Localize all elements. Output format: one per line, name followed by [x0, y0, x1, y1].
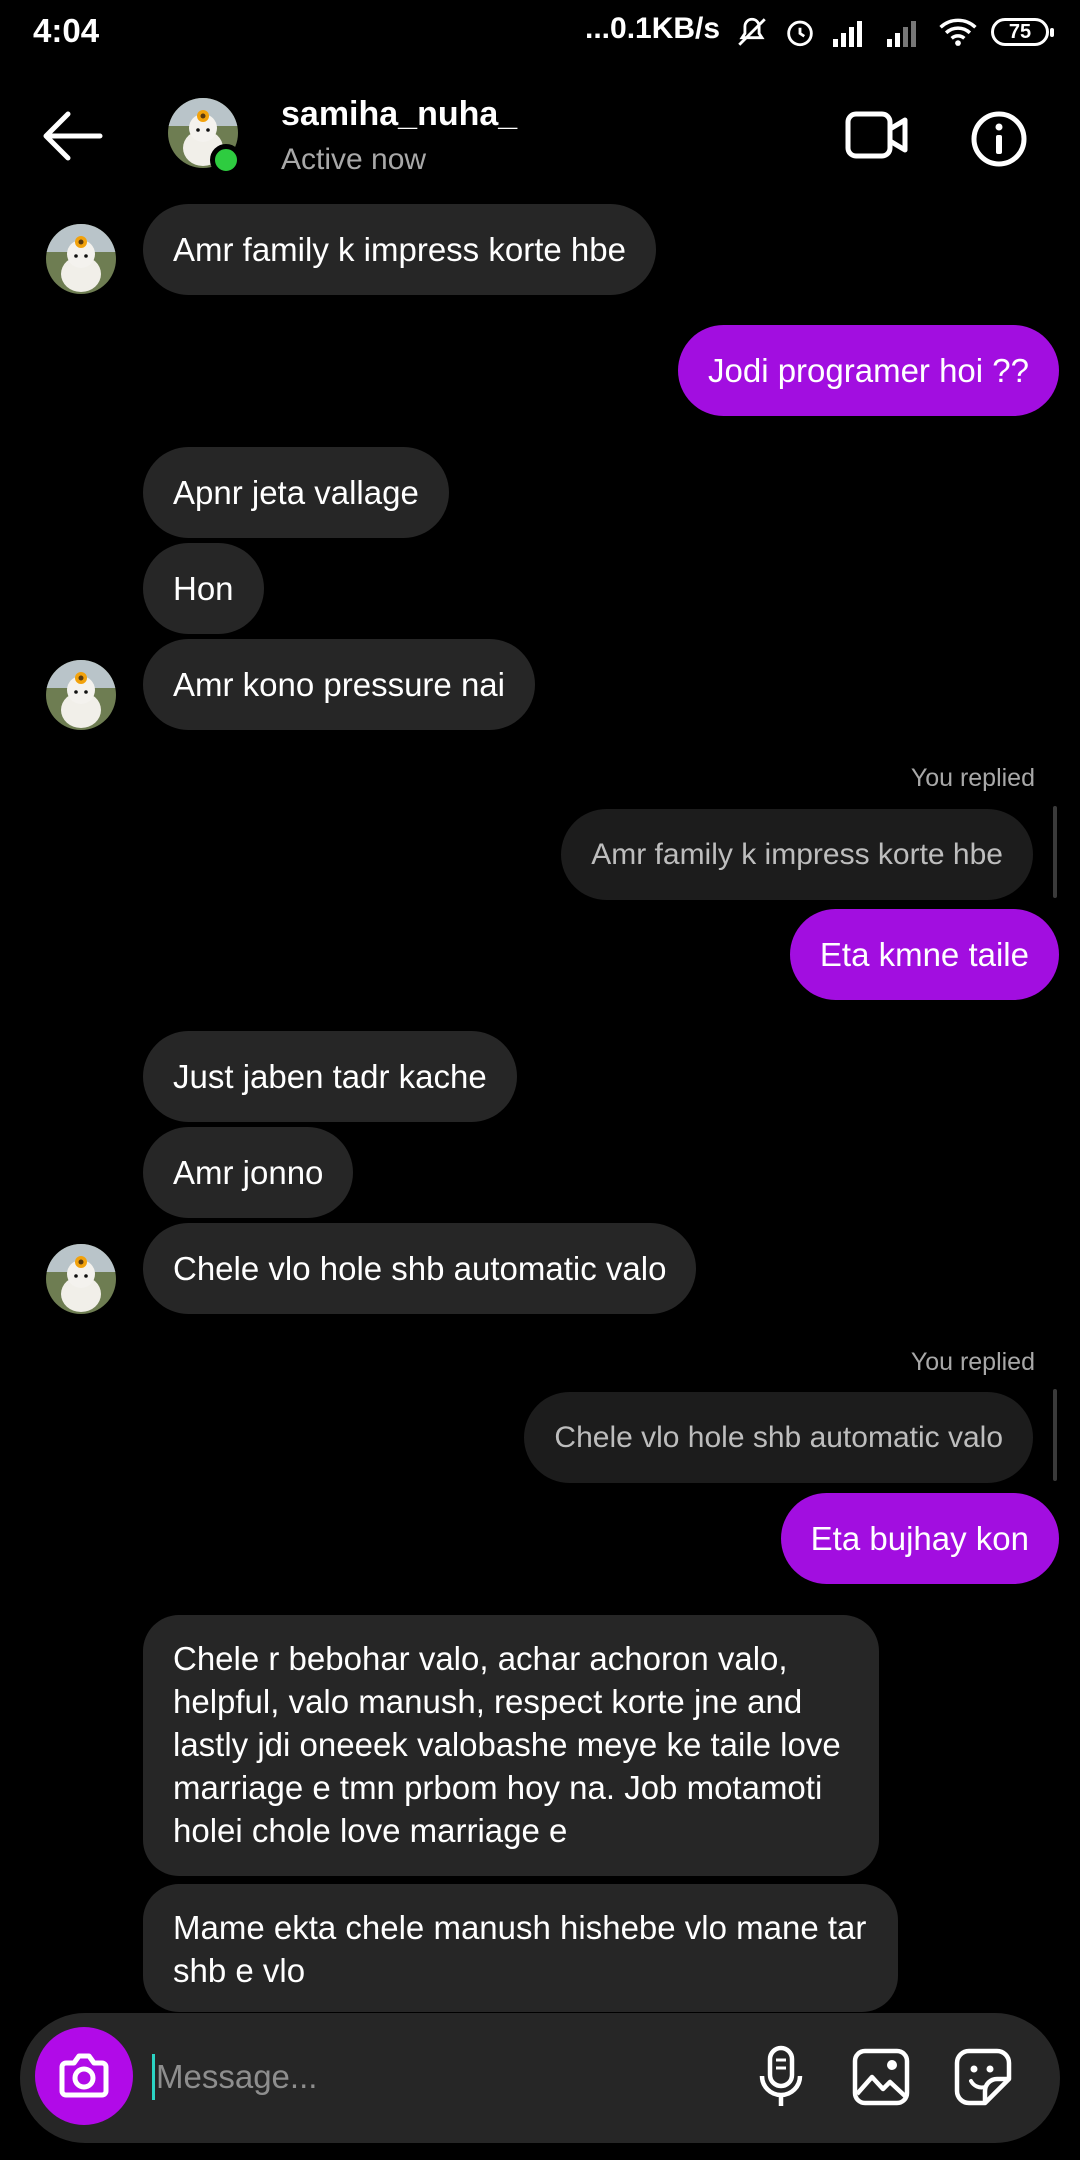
text-cursor: [152, 2054, 155, 2100]
microphone-icon[interactable]: [756, 2044, 806, 2110]
quoted-message[interactable]: Amr family k impress korte hbe: [561, 809, 1033, 900]
video-call-icon[interactable]: [845, 110, 909, 160]
battery-level: 75: [1008, 20, 1032, 43]
signal-icon: [833, 21, 862, 47]
active-status: Active now: [281, 143, 427, 176]
alarm-icon: [787, 20, 813, 47]
camera-button[interactable]: [35, 2027, 133, 2125]
message-outgoing[interactable]: Jodi programer hoi ??: [677, 325, 1059, 416]
you-replied-label: You replied: [910, 764, 1035, 792]
camera-icon: [59, 2053, 109, 2098]
gallery-icon[interactable]: [852, 2048, 910, 2106]
signal-icon-2: [887, 21, 916, 47]
sender-avatar[interactable]: [46, 660, 116, 730]
you-replied-label: You replied: [910, 1348, 1035, 1376]
quoted-message[interactable]: Chele vlo hole shb automatic valo: [524, 1392, 1033, 1483]
chat-username[interactable]: samiha_nuha_: [281, 95, 517, 134]
wifi-icon: [939, 18, 977, 46]
sender-avatar[interactable]: [46, 224, 116, 294]
online-indicator: [210, 144, 242, 176]
message-incoming[interactable]: Amr family k impress korte hbe: [143, 204, 656, 295]
message-input[interactable]: Message...: [156, 2052, 317, 2102]
info-icon[interactable]: [970, 110, 1028, 168]
message-incoming[interactable]: Apnr jeta vallage: [143, 447, 449, 538]
message-incoming[interactable]: Amr kono pressure nai: [143, 639, 535, 730]
message-incoming[interactable]: Chele r bebohar valo, achar achoron valo…: [143, 1615, 879, 1876]
message-incoming[interactable]: Hon: [143, 543, 264, 634]
message-outgoing[interactable]: Eta bujhay kon: [780, 1493, 1059, 1584]
reply-indicator: [1053, 806, 1057, 898]
status-time: 4:04: [33, 12, 100, 49]
status-bar: 4:04 ...0.1KB/s 75: [0, 0, 1080, 62]
message-incoming[interactable]: Mame ekta chele manush hishebe vlo mane …: [143, 1884, 898, 2012]
message-incoming[interactable]: Just jaben tadr kache: [143, 1031, 517, 1122]
status-icons: 75: [735, 12, 1054, 52]
mute-icon: [738, 17, 766, 46]
message-outgoing[interactable]: Eta kmne taile: [789, 909, 1059, 1000]
reply-indicator: [1053, 1389, 1057, 1481]
sender-avatar[interactable]: [46, 1244, 116, 1314]
message-incoming[interactable]: Amr jonno: [143, 1127, 354, 1218]
message-incoming[interactable]: Chele vlo hole shb automatic valo: [143, 1223, 697, 1314]
back-arrow-icon[interactable]: [40, 110, 104, 162]
sticker-icon[interactable]: [954, 2048, 1012, 2106]
battery-icon: 75: [991, 18, 1054, 46]
network-speed: ...0.1KB/s: [585, 12, 721, 45]
